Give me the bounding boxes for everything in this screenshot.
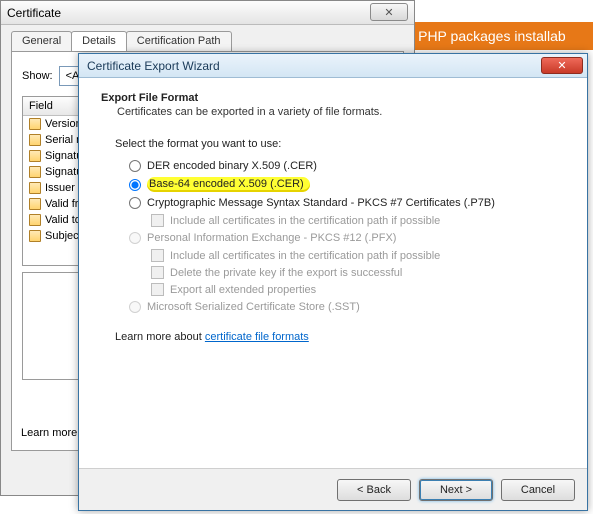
option-base64[interactable]: Base-64 encoded X.509 (.CER) (129, 177, 565, 192)
certificate-tabstrip: General Details Certification Path (11, 31, 414, 51)
certificate-learn-more: Learn more (21, 427, 77, 439)
background-banner: lic PHP packages installab (393, 22, 593, 50)
option-p7b-label: Cryptographic Message Syntax Standard - … (147, 197, 495, 209)
field-label: Valid to (45, 214, 81, 226)
option-sst-label: Microsoft Serialized Certificate Store (… (147, 301, 360, 313)
field-icon (29, 198, 41, 210)
field-icon (29, 150, 41, 162)
field-label: Issuer (45, 182, 75, 194)
radio-base64[interactable] (129, 179, 141, 191)
next-button[interactable]: Next > (419, 479, 493, 501)
checkbox-icon (151, 249, 164, 262)
option-base64-label: Base-64 encoded X.509 (.CER) (147, 177, 310, 192)
option-p7b[interactable]: Cryptographic Message Syntax Standard - … (129, 197, 565, 209)
wizard-subheading: Certificates can be exported in a variet… (117, 106, 565, 118)
certificate-title: Certificate (7, 6, 61, 20)
learn-more-link[interactable]: certificate file formats (205, 331, 309, 343)
format-options: DER encoded binary X.509 (.CER) Base-64 … (129, 160, 565, 313)
cancel-button[interactable]: Cancel (501, 479, 575, 501)
pfx-delete-key: Delete the private key if the export is … (151, 266, 565, 279)
field-label: Version (45, 118, 82, 130)
certificate-titlebar[interactable]: Certificate ✕ (1, 1, 414, 25)
field-label: Serial n (45, 134, 82, 146)
wizard-titlebar[interactable]: Certificate Export Wizard ✕ (79, 54, 587, 78)
close-icon: ✕ (384, 6, 393, 19)
field-label: Valid fr (45, 198, 78, 210)
wizard-body: Export File Format Certificates can be e… (79, 78, 587, 468)
field-icon (29, 166, 41, 178)
checkbox-icon (151, 283, 164, 296)
checkbox-icon (151, 266, 164, 279)
show-label: Show: (22, 70, 53, 82)
pfx-include-path-label: Include all certificates in the certific… (170, 250, 440, 262)
field-icon (29, 134, 41, 146)
radio-sst (129, 301, 141, 313)
wizard-prompt: Select the format you want to use: (115, 138, 565, 150)
pfx-export-ext: Export all extended properties (151, 283, 565, 296)
certificate-close-button[interactable]: ✕ (370, 3, 408, 21)
pfx-delete-key-label: Delete the private key if the export is … (170, 267, 402, 279)
pfx-include-path: Include all certificates in the certific… (151, 249, 565, 262)
pfx-export-ext-label: Export all extended properties (170, 284, 316, 296)
learn-more-prefix: Learn more about (115, 331, 205, 343)
option-pfx: Personal Information Exchange - PKCS #12… (129, 232, 565, 244)
field-icon (29, 214, 41, 226)
field-label: Signatu (45, 166, 82, 178)
option-der-label: DER encoded binary X.509 (.CER) (147, 160, 317, 172)
tab-certification-path[interactable]: Certification Path (126, 31, 232, 51)
radio-p7b[interactable] (129, 197, 141, 209)
p7b-include-path-label: Include all certificates in the certific… (170, 215, 440, 227)
export-wizard-dialog: Certificate Export Wizard ✕ Export File … (78, 53, 588, 511)
field-label: Subjec (45, 230, 79, 242)
field-icon (29, 182, 41, 194)
p7b-include-path: Include all certificates in the certific… (151, 214, 565, 227)
option-sst: Microsoft Serialized Certificate Store (… (129, 301, 565, 313)
field-label: Signatu (45, 150, 82, 162)
checkbox-icon (151, 214, 164, 227)
wizard-close-button[interactable]: ✕ (541, 57, 583, 74)
close-icon: ✕ (557, 59, 566, 72)
tab-details[interactable]: Details (71, 31, 127, 51)
field-icon (29, 230, 41, 242)
radio-pfx (129, 232, 141, 244)
back-button[interactable]: < Back (337, 479, 411, 501)
wizard-title: Certificate Export Wizard (87, 59, 220, 73)
option-der[interactable]: DER encoded binary X.509 (.CER) (129, 160, 565, 172)
option-pfx-label: Personal Information Exchange - PKCS #12… (147, 232, 396, 244)
field-icon (29, 118, 41, 130)
radio-der[interactable] (129, 160, 141, 172)
wizard-footer: < Back Next > Cancel (79, 468, 587, 510)
wizard-heading: Export File Format (101, 92, 565, 104)
wizard-learn-more: Learn more about certificate file format… (115, 331, 565, 343)
tab-general[interactable]: General (11, 31, 72, 51)
